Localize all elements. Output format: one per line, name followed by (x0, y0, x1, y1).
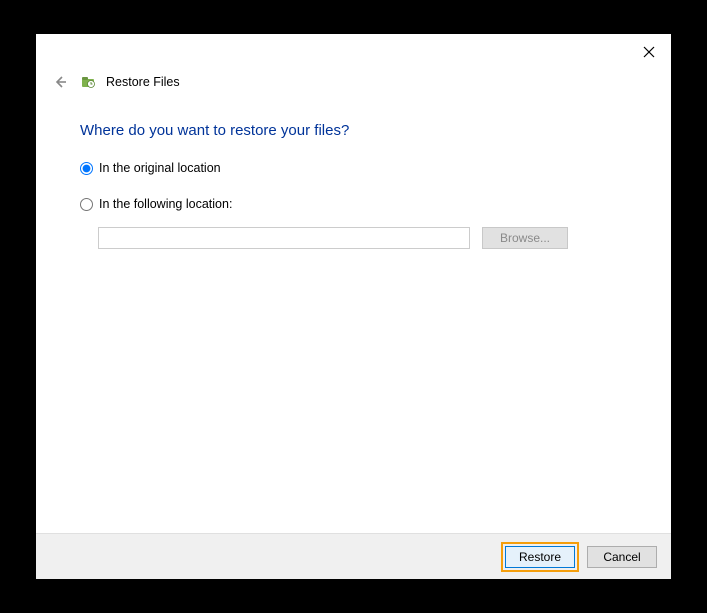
radio-following-label: In the following location: (99, 197, 232, 211)
restore-button[interactable]: Restore (505, 546, 575, 568)
back-arrow-icon (53, 75, 67, 89)
radio-original-input[interactable] (80, 162, 93, 175)
footer: Restore Cancel (36, 533, 671, 579)
radio-original-location[interactable]: In the original location (80, 161, 627, 175)
radio-original-label: In the original location (99, 161, 221, 175)
cancel-button[interactable]: Cancel (587, 546, 657, 568)
page-heading: Where do you want to restore your files? (80, 122, 627, 139)
radio-following-location[interactable]: In the following location: (80, 197, 627, 211)
restore-files-icon (80, 74, 96, 90)
app-title: Restore Files (106, 75, 180, 89)
location-input[interactable] (98, 227, 470, 249)
radio-following-input[interactable] (80, 198, 93, 211)
dialog-window: Restore Files Where do you want to resto… (36, 34, 671, 579)
browse-button: Browse... (482, 227, 568, 249)
close-icon (643, 46, 655, 58)
restore-highlight: Restore (501, 542, 579, 572)
header: Restore Files (36, 34, 671, 92)
close-button[interactable] (639, 42, 659, 62)
content-area: Where do you want to restore your files?… (36, 92, 671, 533)
back-button[interactable] (50, 72, 70, 92)
location-row: Browse... (80, 227, 627, 249)
